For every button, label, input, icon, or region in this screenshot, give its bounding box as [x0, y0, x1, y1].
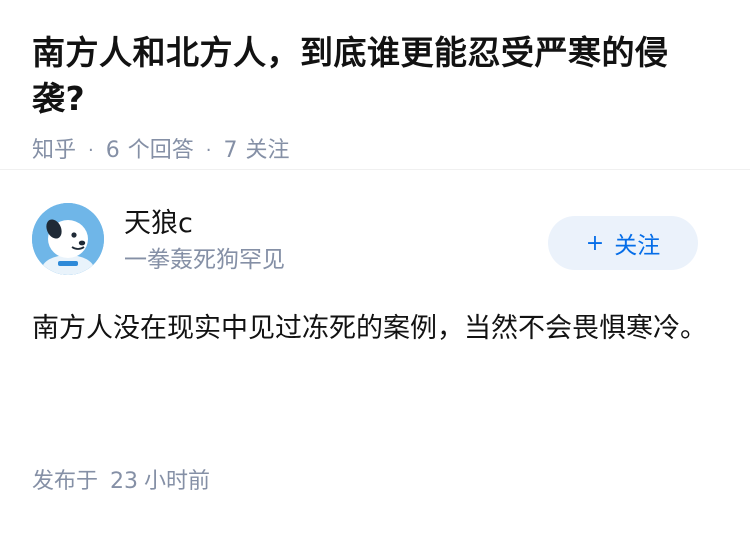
- answers-count: 6: [105, 138, 120, 163]
- question-meta: 知乎 · 6 个回答 · 7 关注: [32, 136, 718, 166]
- publish-prefix: 发布于: [32, 469, 99, 494]
- answers-label[interactable]: 个回答: [128, 136, 194, 166]
- follow-button-label: 关注: [614, 233, 661, 259]
- meta-separator: ·: [205, 140, 212, 161]
- meta-separator: ·: [88, 140, 94, 161]
- publish-number: 23: [110, 469, 139, 494]
- plus-icon: +: [585, 230, 605, 256]
- author-name[interactable]: 天狼c: [124, 207, 193, 241]
- follows-label[interactable]: 关注: [246, 136, 290, 166]
- follows-count: 7: [223, 138, 238, 163]
- avatar-dog-icon: [32, 203, 104, 275]
- question-header: 南方人和北方人，到底谁更能忍受严寒的侵袭? 知乎 · 6 个回答 · 7 关注: [0, 0, 750, 170]
- question-title[interactable]: 南方人和北方人，到底谁更能忍受严寒的侵袭?: [32, 30, 718, 122]
- publish-time: 发布于 23 小时前: [32, 467, 210, 497]
- page: 南方人和北方人，到底谁更能忍受严寒的侵袭? 知乎 · 6 个回答 · 7 关注: [0, 0, 750, 538]
- avatar[interactable]: [32, 203, 104, 275]
- answer-card: 天狼c 一拳轰死狗罕见 + 关注 南方人没在现实中见过冻死的案例，当然不会畏惧寒…: [0, 203, 750, 351]
- author-row: 天狼c 一拳轰死狗罕见 + 关注: [32, 203, 718, 303]
- author-bio: 一拳轰死狗罕见: [124, 247, 285, 273]
- follow-button[interactable]: + 关注: [548, 216, 698, 270]
- answer-content[interactable]: 南方人没在现实中见过冻死的案例，当然不会畏惧寒冷。: [32, 307, 712, 351]
- publish-suffix: 小时前: [144, 469, 211, 494]
- source-label[interactable]: 知乎: [32, 136, 76, 166]
